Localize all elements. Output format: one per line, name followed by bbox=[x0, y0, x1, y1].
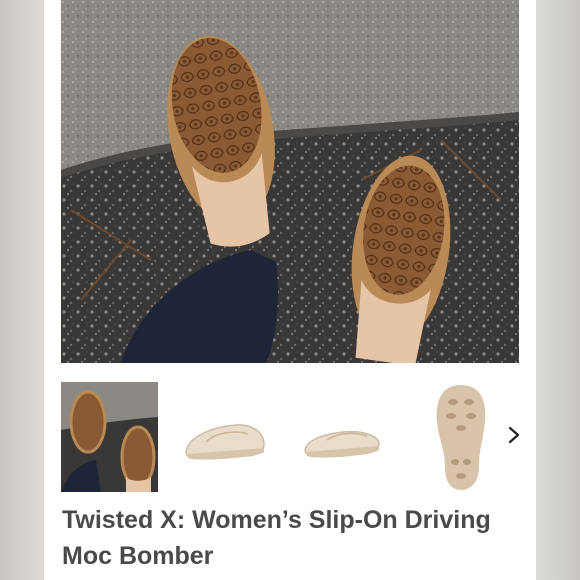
product-title: Twisted X: Women’s Slip-On Driving Moc B… bbox=[62, 506, 491, 570]
product-page: Twisted X: Women’s Slip-On Driving Moc B… bbox=[44, 0, 536, 580]
thumb-sole-view[interactable] bbox=[421, 382, 501, 492]
thumb-profile-view[interactable] bbox=[293, 382, 390, 492]
thumbnail-strip bbox=[61, 382, 536, 494]
thumb-worn-photo[interactable] bbox=[61, 382, 158, 492]
chevron-right-icon bbox=[508, 426, 520, 444]
thumb-side-view[interactable] bbox=[176, 382, 273, 492]
next-thumbnail-button[interactable] bbox=[499, 420, 529, 450]
product-hero-image[interactable] bbox=[61, 0, 519, 363]
